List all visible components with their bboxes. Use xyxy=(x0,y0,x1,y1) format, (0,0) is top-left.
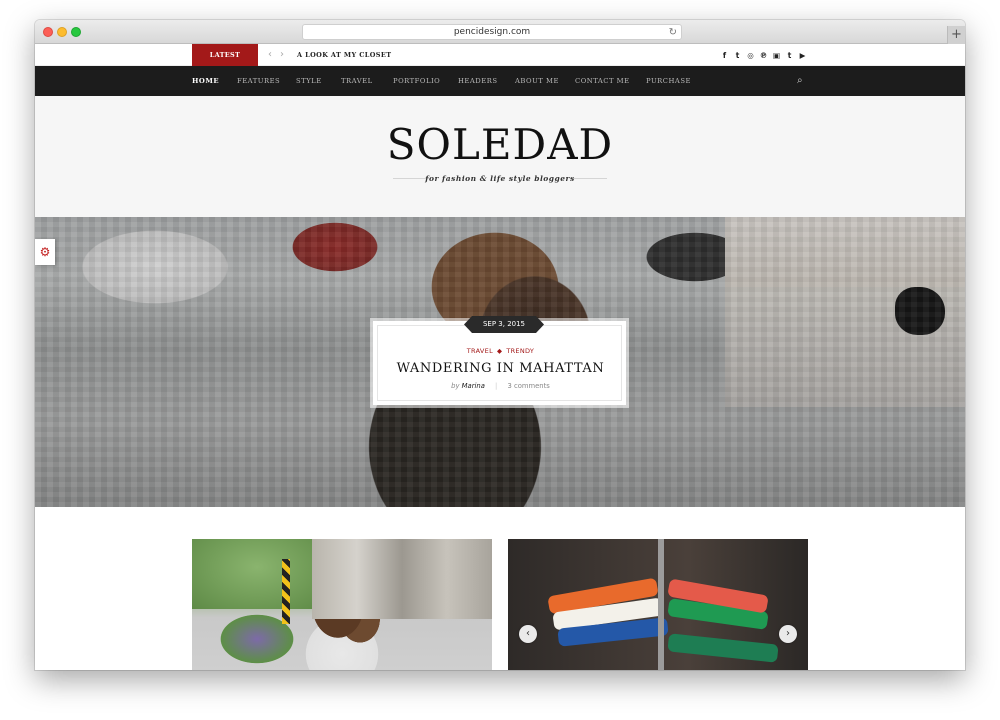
clothes-rack-image xyxy=(658,539,664,670)
site-header: SOLEDAD for fashion & life style blogger… xyxy=(35,96,965,217)
facebook-icon[interactable]: f xyxy=(720,51,729,60)
close-window-button[interactable] xyxy=(43,27,53,37)
nav-portfolio[interactable]: PORTFOLIO xyxy=(393,66,440,96)
address-bar[interactable]: pencidesign.com ↻ xyxy=(302,24,682,40)
top-bar: LATEST TRENDS ‹ › A LOOK AT MY CLOSET f … xyxy=(35,44,965,81)
latest-trends-label: LATEST TRENDS xyxy=(192,44,258,81)
post-date-badge: SEP 3, 2015 xyxy=(464,316,544,333)
post-categories: TRAVEL ◆ TRENDY xyxy=(378,347,623,355)
site-logo[interactable]: SOLEDAD xyxy=(35,120,965,169)
featured-post-card-inner: SEP 3, 2015 TRAVEL ◆ TRENDY WANDERING IN M… xyxy=(377,316,623,401)
thumb-pole-image xyxy=(282,559,290,624)
category-trendy-link[interactable]: TRENDY xyxy=(506,347,534,355)
ticker-next-button[interactable]: › xyxy=(280,44,284,66)
search-icon[interactable]: ⌕ xyxy=(797,66,803,96)
url-text: pencidesign.com xyxy=(453,27,531,37)
slider-prev-button[interactable]: ‹ xyxy=(519,625,537,643)
category-travel-link[interactable]: TRAVEL xyxy=(467,347,493,355)
featured-post-card: SEP 3, 2015 TRAVEL ◆ TRENDY WANDERING IN M… xyxy=(373,316,626,405)
slider-next-button[interactable]: › xyxy=(779,625,797,643)
site-tagline: for fashion & life style bloggers xyxy=(425,174,575,183)
post-thumbnail-shirts[interactable]: ‹ › xyxy=(508,539,808,670)
main-nav: HOME FEATURES STYLE TRAVEL PORTFOLIO HEA… xyxy=(35,66,965,96)
nav-travel[interactable]: TRAVEL xyxy=(341,66,373,96)
post-thumbnail-street[interactable] xyxy=(192,539,492,670)
ticker-prev-button[interactable]: ‹ xyxy=(268,44,272,66)
minimize-window-button[interactable] xyxy=(57,27,67,37)
category-separator-icon: ◆ xyxy=(497,347,503,355)
nav-about-me[interactable]: ABOUT ME xyxy=(515,66,559,96)
thumb-tree-image xyxy=(192,539,322,609)
nav-style[interactable]: STYLE xyxy=(296,66,322,96)
thumb-buildings-image xyxy=(312,539,492,619)
browser-chrome: pencidesign.com ↻ + xyxy=(35,20,965,44)
nav-headers[interactable]: HEADERS xyxy=(458,66,497,96)
flickr-icon[interactable]: ▣ xyxy=(772,51,781,60)
browser-window: pencidesign.com ↻ + LATEST TRENDS ‹ › A … xyxy=(35,20,965,670)
reload-icon[interactable]: ↻ xyxy=(669,25,677,40)
post-author-link[interactable]: Marina xyxy=(462,382,485,390)
nav-purchase[interactable]: PURCHASE xyxy=(646,66,691,96)
ticker-link[interactable]: A LOOK AT MY CLOSET xyxy=(297,44,392,66)
settings-gear-icon[interactable]: ⚙ xyxy=(35,239,55,265)
featured-slider-image[interactable]: ⚙ SEP 3, 2015 TRAVEL ◆ TRENDY WANDERING IN… xyxy=(35,217,965,507)
pinterest-icon[interactable]: ℗ xyxy=(759,51,768,60)
nav-home[interactable]: HOME xyxy=(192,66,219,96)
content-area: ‹ › xyxy=(35,507,965,670)
shirt-teal-image xyxy=(667,633,779,663)
twitter-icon[interactable]: t xyxy=(733,51,742,60)
youtube-icon[interactable]: ▶ xyxy=(798,51,807,60)
post-by-label: by xyxy=(451,382,460,390)
new-tab-button[interactable]: + xyxy=(947,26,965,44)
tumblr-icon[interactable]: t xyxy=(785,51,794,60)
social-links: f t ◎ ℗ ▣ t ▶ xyxy=(720,44,807,66)
instagram-icon[interactable]: ◎ xyxy=(746,51,755,60)
post-meta: by Marina | 3 comments xyxy=(378,382,623,390)
post-comments-link[interactable]: 3 comments xyxy=(508,382,550,390)
post-title-link[interactable]: WANDERING IN MAHATTAN xyxy=(378,361,623,376)
nav-features[interactable]: FEATURES xyxy=(237,66,280,96)
meta-divider: | xyxy=(495,382,498,390)
nav-contact-me[interactable]: CONTACT ME xyxy=(575,66,630,96)
zoom-window-button[interactable] xyxy=(71,27,81,37)
